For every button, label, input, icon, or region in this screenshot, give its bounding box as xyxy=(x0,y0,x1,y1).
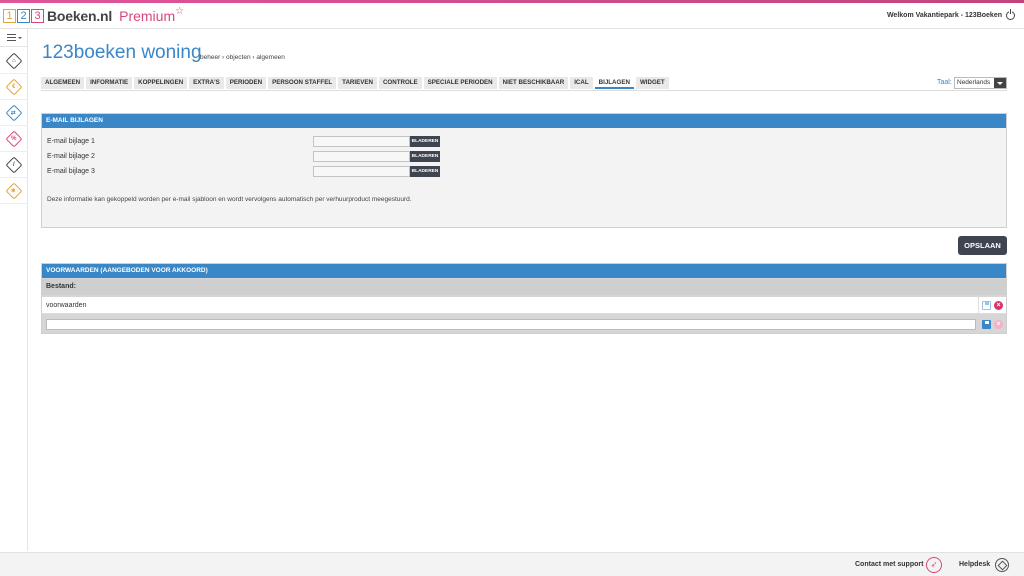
sidebar: ⌂ € ⇄% / ✱ xyxy=(0,29,28,551)
delete-icon[interactable]: × xyxy=(994,320,1003,329)
delete-icon[interactable]: × xyxy=(994,301,1003,310)
attachment-label-3: E-mail bijlage 3 xyxy=(47,168,95,175)
caret-down-icon xyxy=(17,36,22,39)
browse-button-1[interactable]: BLADEREN xyxy=(410,136,440,147)
tab-algemeen[interactable]: ALGEMEEN xyxy=(41,77,85,89)
language-label: Taal: xyxy=(937,79,952,86)
file-column-header: Bestand: xyxy=(42,279,1006,295)
welcome-text: Welkom Vakantiepark - 123Boeken xyxy=(886,12,1002,19)
attachment-file-field-1[interactable] xyxy=(313,136,410,147)
sidebar-glyph: € xyxy=(12,83,16,90)
table-row: voorwaarden × xyxy=(42,297,1006,314)
euro-diamond-icon: € xyxy=(5,78,23,95)
tab-koppelingen[interactable]: KOPPELINGEN xyxy=(134,77,188,89)
attachment-row-1: E-mail bijlage 1 BLADEREN xyxy=(42,136,442,148)
conditions-panel: VOORWAARDEN (AANGEBODEN VOOR AKKOORD) Be… xyxy=(41,263,1007,334)
attachment-label-2: E-mail bijlage 2 xyxy=(47,153,95,160)
sidebar-item-6[interactable]: ✱ xyxy=(0,178,28,204)
tab-perioden[interactable]: PERIODEN xyxy=(225,77,267,89)
tab-widget[interactable]: WIDGET xyxy=(635,77,669,89)
conditions-heading: VOORWAARDEN (AANGEBODEN VOOR AKKOORD) xyxy=(42,264,1006,278)
email-attachments-heading: E-MAIL BIJLAGEN xyxy=(42,114,1006,128)
tab-divider xyxy=(41,90,1007,91)
tab-tarieven[interactable]: TARIEVEN xyxy=(338,77,377,89)
attachments-info-text: Deze informatie kan gekoppeld worden per… xyxy=(47,196,412,203)
save-button[interactable]: OPSLAAN xyxy=(958,236,1007,255)
footer: Contact met support ➶ Helpdesk xyxy=(0,552,1024,576)
contact-support-link[interactable]: Contact met support xyxy=(855,561,923,568)
sidebar-glyph: % xyxy=(11,135,17,142)
tab-persoon-staffel[interactable]: PERSOON STAFFEL xyxy=(268,77,337,89)
breadcrumb[interactable]: beheer › objecten › algemeen xyxy=(200,54,285,61)
attachment-row-2: E-mail bijlage 2 BLADEREN xyxy=(42,151,442,163)
helpdesk-link[interactable]: Helpdesk xyxy=(959,561,990,568)
sidebar-item-3[interactable]: ⇄ xyxy=(0,100,28,126)
file-name[interactable]: voorwaarden xyxy=(46,302,86,309)
tab-bijlagen[interactable]: BIJLAGEN xyxy=(594,77,634,89)
tab-niet-beschikbaar[interactable]: NIET BESCHIKBAAR xyxy=(498,77,569,89)
home-diamond-icon: ⌂ xyxy=(5,52,23,69)
arrows-diamond-icon: ⇄ xyxy=(5,104,23,121)
row-separator xyxy=(978,297,979,314)
gear-diamond-icon: ✱ xyxy=(5,182,23,199)
star-icon: ☆ xyxy=(175,5,185,17)
menu-toggle-button[interactable] xyxy=(0,29,28,47)
sidebar-glyph: ⇄ xyxy=(11,110,17,116)
logo-digit-2: 2 xyxy=(17,9,30,23)
tab-speciale-perioden[interactable]: SPECIALE PERIODEN xyxy=(423,77,497,89)
language-selected-value: Nederlands xyxy=(957,79,991,86)
logo-brand: Boeken.nl xyxy=(47,8,113,24)
tab-extra-s[interactable]: EXTRA'S xyxy=(189,77,224,89)
attachment-label-1: E-mail bijlage 1 xyxy=(47,138,95,145)
logo-digit-1: 1 xyxy=(3,9,16,23)
sidebar-item-5[interactable]: / xyxy=(0,152,28,178)
logo[interactable]: 1 2 3 Boeken.nl Premium ☆ xyxy=(3,5,185,24)
helpdesk-icon[interactable] xyxy=(995,558,1009,572)
new-file-input[interactable] xyxy=(46,319,976,330)
browse-button-3[interactable]: BLADEREN xyxy=(410,166,440,177)
tab-bar: ALGEMEEN INFORMATIE KOPPELINGEN EXTRA'S PERI… xyxy=(41,77,671,89)
sidebar-item-4[interactable]: % xyxy=(0,126,28,152)
logo-premium: Premium xyxy=(119,8,176,24)
power-icon[interactable] xyxy=(1006,9,1015,20)
sidebar-glyph: ✱ xyxy=(11,188,17,194)
attachment-file-field-3[interactable] xyxy=(313,166,410,177)
app-header: 1 2 3 Boeken.nl Premium ☆ Welkom Vakanti… xyxy=(0,3,1024,29)
sidebar-glyph: ⌂ xyxy=(12,57,16,64)
logo-digit-3: 3 xyxy=(31,9,44,23)
language-select[interactable]: Nederlands xyxy=(954,77,1007,89)
rocket-icon[interactable]: ➶ xyxy=(926,557,942,573)
attachment-row-3: E-mail bijlage 3 BLADEREN xyxy=(42,166,442,178)
sidebar-glyph: / xyxy=(13,161,15,168)
browse-button-2[interactable]: BLADEREN xyxy=(410,151,440,162)
hamburger-icon xyxy=(6,36,16,39)
sidebar-item-1[interactable]: ⌂ xyxy=(0,48,28,74)
email-attachments-panel: E-MAIL BIJLAGEN E-mail bijlage 1 BLADERE… xyxy=(41,113,1007,228)
save-icon[interactable] xyxy=(982,301,991,310)
new-file-row: × xyxy=(42,316,1006,333)
ruler-diamond-icon: / xyxy=(5,156,23,173)
page-title: 123boeken woning xyxy=(42,42,202,63)
tab-ical[interactable]: ICAL xyxy=(570,77,593,89)
percent-diamond-icon: % xyxy=(5,130,23,147)
tab-controle[interactable]: CONTROLE xyxy=(378,77,422,89)
attachment-file-field-2[interactable] xyxy=(313,151,410,162)
chevron-down-icon xyxy=(994,78,1006,88)
tab-informatie[interactable]: INFORMATIE xyxy=(86,77,133,89)
save-icon[interactable] xyxy=(982,320,991,329)
sidebar-item-2[interactable]: € xyxy=(0,74,28,100)
